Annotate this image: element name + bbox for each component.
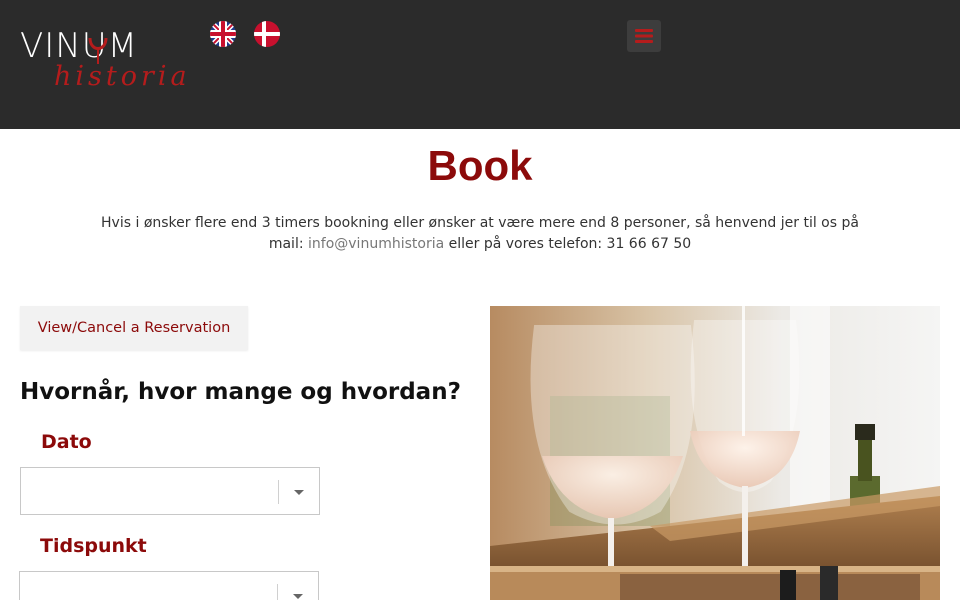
danish-flag-icon: [254, 21, 280, 47]
uk-flag-icon: [210, 21, 236, 47]
menu-toggle-button[interactable]: [627, 20, 661, 52]
wine-glasses-illustration: [490, 306, 940, 566]
time-field-label: Tidspunkt: [40, 535, 147, 557]
booking-section-heading: Hvornår, hvor mange og hvordan?: [20, 379, 461, 405]
chevron-down-icon: [294, 490, 304, 495]
wine-bottles-photo: [490, 566, 940, 600]
time-select[interactable]: [19, 571, 319, 600]
view-cancel-reservation-button[interactable]: View/Cancel a Reservation: [20, 306, 248, 350]
select-divider: [277, 584, 278, 600]
logo-text-historia: historia: [54, 61, 191, 92]
email-link[interactable]: info@vinumhistoria: [308, 236, 444, 252]
chevron-down-icon: [293, 594, 303, 599]
page-title: Book: [427, 142, 533, 189]
booking-intro-text: Hvis i ønsker flere end 3 timers booknin…: [100, 213, 860, 255]
wine-bottles-illustration: [490, 566, 940, 600]
intro-text-after: eller på vores telefon: 31 66 67 50: [444, 236, 692, 252]
hamburger-menu-icon: [635, 29, 653, 43]
site-header: VINUM historia: [0, 0, 960, 129]
date-field-label: Dato: [41, 431, 92, 453]
wine-glasses-photo: [490, 306, 940, 566]
site-logo[interactable]: VINUM historia: [20, 26, 195, 98]
language-english-button[interactable]: [210, 21, 236, 47]
language-danish-button[interactable]: [254, 21, 280, 47]
date-select[interactable]: [20, 467, 320, 515]
select-divider: [278, 480, 279, 504]
